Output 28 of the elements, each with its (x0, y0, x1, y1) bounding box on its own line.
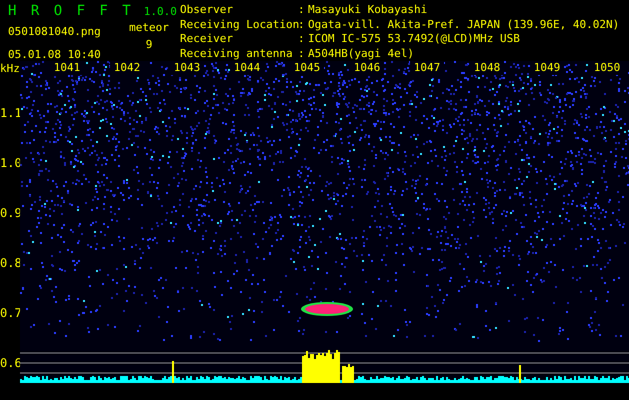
info-separator: : (298, 3, 306, 18)
info-separator: : (298, 46, 306, 61)
x-axis-label: 1050 (590, 61, 624, 75)
x-axis-label: 1043 (170, 61, 204, 75)
info-label: Observer (180, 3, 234, 18)
version-text: 1.0.0 (144, 5, 177, 18)
meteor-count: 9 (146, 38, 152, 51)
info-value: ICOM IC-575 53.7492(@LCD)MHz USB (308, 32, 521, 46)
app-title: H R O F F T (8, 3, 134, 19)
x-axis-label: 1041 (50, 61, 84, 75)
info-label: Receiving Location (180, 18, 298, 32)
info-label: Receiver (180, 32, 234, 46)
info-separator: : (298, 18, 306, 32)
info-value: Ogata-vill. Akita-Pref. JAPAN (139.96E, 40.02N) (308, 18, 620, 32)
info-value: Masayuki Kobayashi (308, 3, 428, 18)
y-axis-label: 0.7 (0, 305, 22, 322)
info-value: A504HB(yagi 4el) (308, 46, 415, 61)
file-name: 0501081040.png (8, 25, 102, 38)
x-axis-label: 1045 (290, 61, 324, 75)
x-axis-label: 1047 (410, 61, 444, 75)
y-axis-label: 1.1 (0, 105, 22, 122)
axis-unit: kHz (0, 61, 20, 77)
meteor-label: meteor (129, 21, 169, 34)
x-axis-label: 1046 (350, 61, 384, 75)
date-time: 05.01.08 10:40 (8, 48, 102, 61)
x-axis-label: 1049 (530, 61, 564, 75)
info-label: Receiving antenna (180, 46, 294, 61)
info-separator: : (298, 32, 306, 46)
